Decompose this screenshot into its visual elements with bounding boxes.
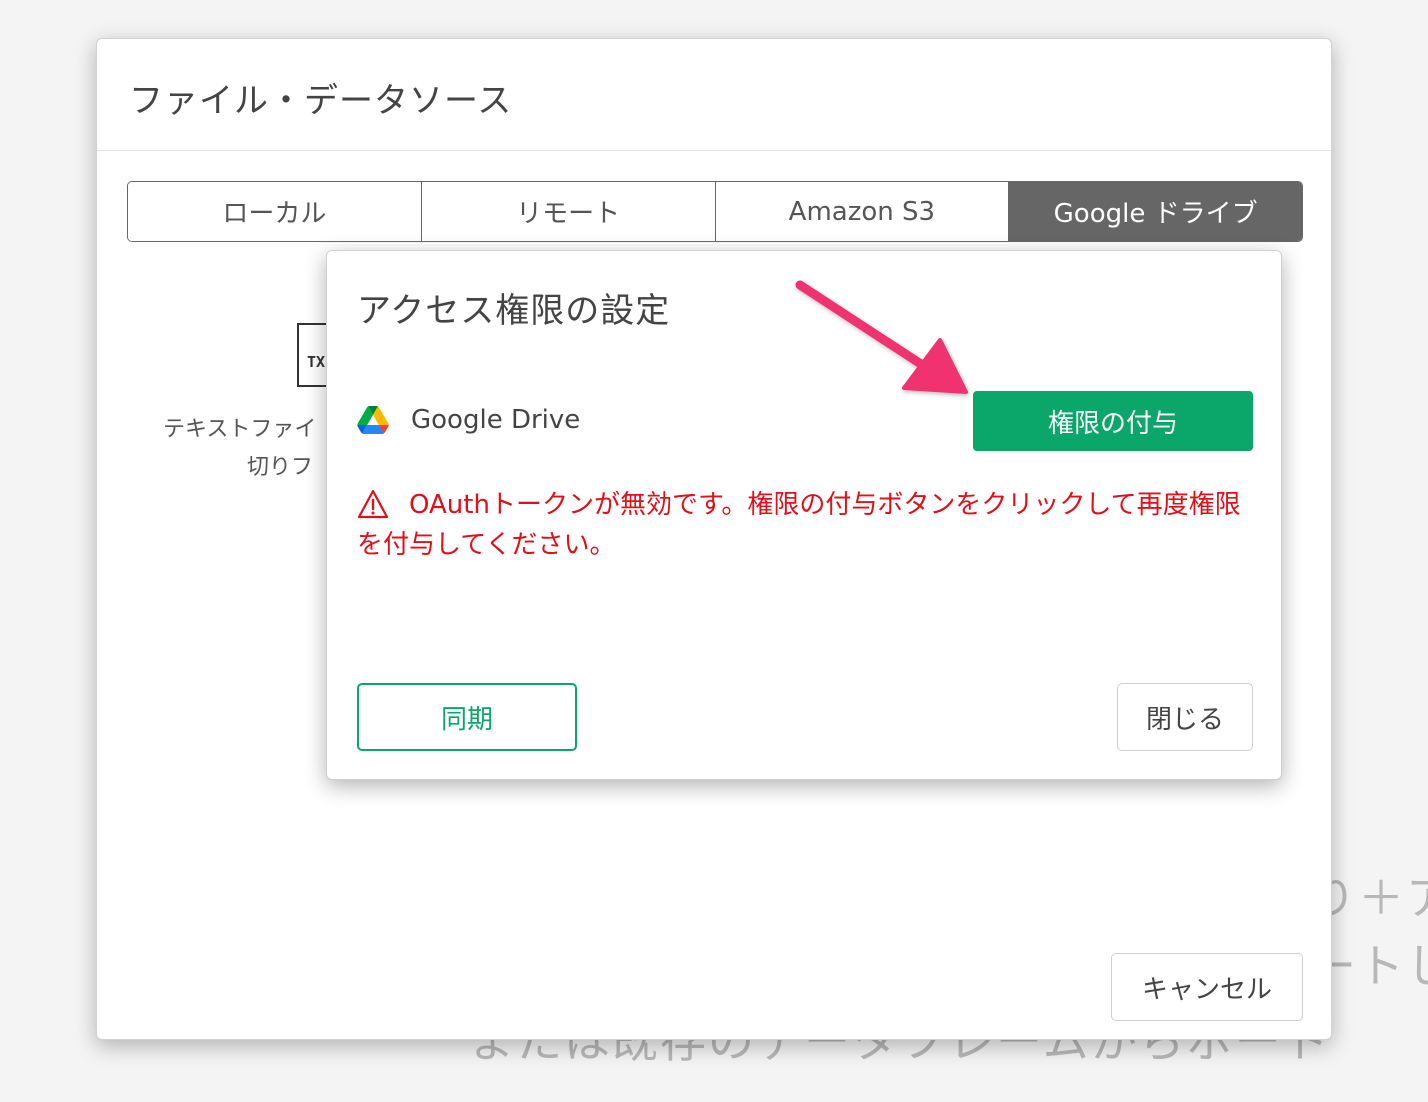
file-icon-label: TX	[307, 353, 326, 371]
tab-local[interactable]: ローカル	[128, 182, 422, 241]
dialog-header: ファイル・データソース	[97, 39, 1331, 151]
file-card-title: テキストファイ	[163, 417, 317, 442]
sync-button[interactable]: 同期	[357, 683, 577, 751]
tab-remote[interactable]: リモート	[421, 182, 716, 241]
error-message: OAuthトークンが無効です。権限の付与ボタンをクリックして再度権限を付与してく…	[357, 490, 1241, 560]
dialog-title: ファイル・データソース	[129, 81, 513, 121]
source-tabs: ローカル リモート Amazon S3 Google ドライブ	[127, 181, 1303, 242]
tab-google-drive[interactable]: Google ドライブ	[1009, 182, 1302, 241]
service-name: Google Drive	[411, 405, 581, 435]
close-button[interactable]: 閉じる	[1117, 683, 1253, 751]
file-card-subtitle: 切りフ	[247, 455, 314, 480]
tab-amazon-s3[interactable]: Amazon S3	[715, 182, 1010, 241]
access-permission-dialog: アクセス権限の設定 Google Drive 権限の付与 OAuthトークンが無…	[326, 250, 1282, 780]
google-drive-icon	[357, 406, 389, 434]
grant-permission-button[interactable]: 権限の付与	[973, 391, 1253, 451]
auth-dialog-title: アクセス権限の設定	[357, 291, 671, 331]
cancel-button[interactable]: キャンセル	[1111, 953, 1303, 1021]
